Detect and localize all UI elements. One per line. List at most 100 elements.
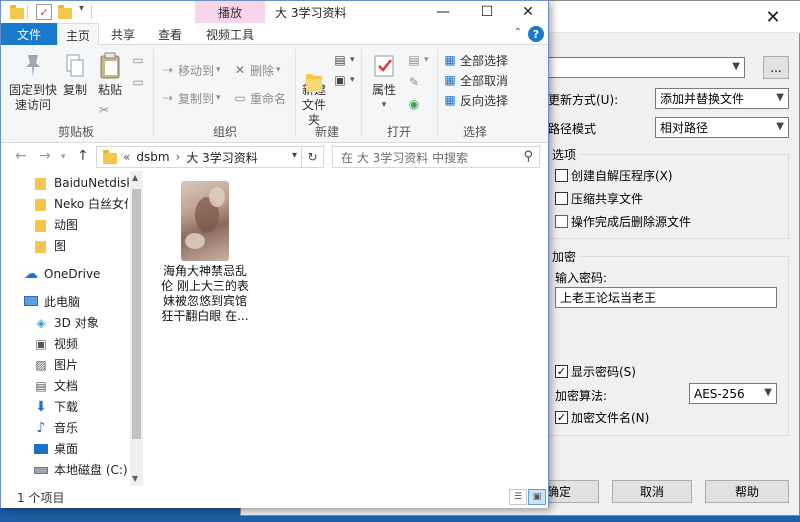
back-arrow-icon[interactable]: ← [15,148,27,164]
algorithm-select[interactable]: AES-256 ▼ [689,383,777,404]
move-to-button[interactable]: ⇢ 移动到 ▾ [161,61,221,79]
select-none-button[interactable]: ▦ 全部取消 [443,71,508,89]
scissors-icon: ✂ [98,103,110,117]
maximize-icon[interactable]: ☐ [467,1,507,23]
easy-access-button[interactable]: ▣ ▾ [333,71,354,89]
checkbox-box: ✓ [555,411,568,424]
properties-icon [370,51,398,81]
nav-item-pictures[interactable]: ▨ 图片 [1,354,129,375]
nav-label: Neko 白丝女仆 [54,197,129,211]
algorithm-value: AES-256 [694,386,745,401]
scroll-up-icon[interactable]: ▲ [132,173,138,182]
nav-item-downloads[interactable]: ⬇ 下载 [1,396,129,417]
scrollbar-thumb[interactable] [132,189,141,439]
nav-item-music[interactable]: ♪ 音乐 [1,417,129,438]
clipboard-group-label: 剪贴板 [57,125,94,139]
history-button[interactable]: ◉ [407,95,424,113]
refresh-icon[interactable]: ↻ [301,147,323,167]
copy-path-button[interactable]: ▭ [131,73,148,91]
sfx-checkbox[interactable]: 创建自解压程序(X) [555,167,673,184]
help-icon[interactable]: ? [528,26,544,42]
open-icon: ▤ [408,53,420,67]
new-folder-button[interactable]: 新建 文件夹 [297,51,331,128]
paste-button[interactable]: 粘贴 [95,51,125,98]
encrypt-names-checkbox[interactable]: ✓ 加密文件名(N) [555,409,649,426]
new-item-button[interactable]: ▤ ▾ [333,51,354,69]
nav-item-baidunetdisk[interactable]: BaiduNetdiskD [1,172,129,193]
password-input[interactable]: 上老王论坛当老王 [555,287,777,308]
history-icon: ◉ [408,97,420,111]
chevron-down-icon: ▼ [764,387,772,398]
file-name-label[interactable]: 海角大神禁忌乱伦 刚上大三的表妹被忽悠到宾馆 狂干翻白眼 在... [161,264,249,324]
breadcrumb-current[interactable]: 大 3学习资料 [186,149,257,166]
options-title: 选项 [549,146,580,163]
tab-home[interactable]: 主页 [57,23,99,46]
show-password-checkbox[interactable]: ✓ 显示密码(S) [555,363,636,380]
scissors-button[interactable]: ✂ [97,101,114,119]
address-bar[interactable]: « dsbm › 大 3学习资料 ▾ ↻ [96,146,324,168]
nav-item-3d-objects[interactable]: ◈ 3D 对象 [1,312,129,333]
open-button[interactable]: ▤ ▾ [407,51,428,69]
help-button[interactable]: 帮助 [705,480,789,503]
shared-checkbox[interactable]: 压缩共享文件 [555,190,643,207]
nav-item-this-pc[interactable]: 此电脑 [1,291,129,312]
select-all-button[interactable]: ▦ 全部选择 [443,51,508,69]
nav-item-videos[interactable]: ▣ 视频 [1,333,129,354]
nav-item-neko[interactable]: Neko 白丝女仆 [1,193,129,214]
nav-item-images[interactable]: 图 [1,235,129,256]
invert-selection-button[interactable]: ▦ 反向选择 [443,91,508,109]
browse-button[interactable]: ... [763,56,789,79]
context-tab-play[interactable]: 播放 [195,1,265,23]
nav-item-onedrive[interactable]: ☁ OneDrive [1,263,129,284]
nav-pane-scrollbar[interactable]: ▲ ▼ [130,171,143,486]
move-to-icon: ⇢ [162,63,174,77]
delete-button[interactable]: ✕ 删除 ▾ [233,61,281,79]
copy-button[interactable]: 复制 [61,51,89,98]
nav-item-documents[interactable]: ▤ 文档 [1,375,129,396]
breadcrumb-dsbm[interactable]: dsbm [136,150,169,164]
properties-icon[interactable]: ✓ [36,4,52,20]
close-icon[interactable]: ✕ [508,1,548,23]
properties-button[interactable]: 属性 ▾ [367,51,401,113]
folder-icon [300,51,328,92]
cut-icon: ▭ [132,53,144,67]
collapse-ribbon-icon[interactable]: ⌃ [514,27,522,38]
rename-button[interactable]: ▭ 重命名 [233,89,286,107]
tab-share[interactable]: 共享 [101,23,145,45]
pin-quick-access-button[interactable]: 固定到快速访问 [7,51,59,113]
customize-toolbar-icon[interactable]: ▾ [79,3,84,14]
chevron-down-icon[interactable]: ▾ [292,150,297,161]
search-input[interactable]: 在 大 3学习资料 中搜索 ⚲ [332,146,540,168]
large-icons-view-icon[interactable]: ▣ [528,489,546,505]
copy-to-button[interactable]: ⇢ 复制到 ▾ [161,89,221,107]
recent-chevron-icon[interactable]: ▾ [61,152,66,162]
tab-view[interactable]: 查看 [147,23,193,45]
update-mode-select[interactable]: 添加并替换文件 ▼ [655,88,789,109]
edit-icon: ✎ [408,75,420,89]
minimize-icon[interactable]: — [423,1,463,23]
cut-button[interactable]: ▭ [131,51,148,69]
video-thumbnail[interactable] [181,181,229,261]
dialog-close-button[interactable]: ✕ [753,1,793,33]
checkbox-box: ✓ [555,365,568,378]
new-folder-icon[interactable] [57,4,73,20]
nav-item-local-disk[interactable]: 本地磁盘 (C:) [1,459,129,480]
edit-button[interactable]: ✎ [407,73,424,91]
tab-video-tools[interactable]: 视频工具 [195,23,265,45]
nav-label: BaiduNetdiskD [54,175,129,190]
overflow-chevron-icon[interactable]: « [123,150,130,164]
tab-file[interactable]: 文件 [1,23,57,45]
nav-label: 3D 对象 [54,316,99,330]
up-arrow-icon[interactable]: ↑ [77,148,89,164]
copy-to-label: 复制到 [178,91,215,106]
details-view-icon[interactable]: ☰ [509,489,527,505]
cancel-button[interactable]: 取消 [612,480,692,503]
forward-arrow-icon[interactable]: → [39,148,51,164]
delete-source-checkbox[interactable]: 操作完成后删除源文件 [555,213,691,230]
scroll-down-icon[interactable]: ▼ [132,474,138,483]
path-mode-select[interactable]: 相对路径 ▼ [655,117,789,138]
nav-item-desktop[interactable]: 桌面 [1,438,129,459]
select-none-icon: ▦ [444,73,456,87]
nav-item-gifs[interactable]: 动图 [1,214,129,235]
group-divider [361,49,362,137]
